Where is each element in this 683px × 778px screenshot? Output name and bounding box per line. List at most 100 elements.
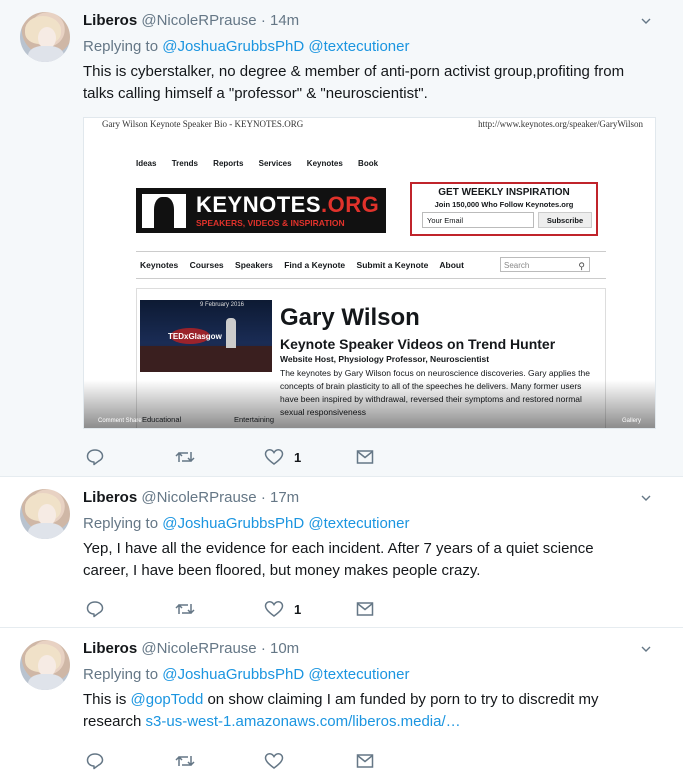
- timestamp[interactable]: 10m: [270, 640, 299, 657]
- search-icon: ⚲: [578, 261, 585, 271]
- chevron-down-icon[interactable]: [641, 493, 651, 503]
- promo-heading: GET WEEKLY INSPIRATION: [438, 187, 570, 198]
- url-link[interactable]: s3-us-west-1.amazonaws.com/liberos.media…: [146, 713, 461, 730]
- nav-item: Reports: [213, 159, 244, 168]
- envelope-icon: [356, 754, 374, 768]
- reply-icon: [86, 601, 104, 618]
- replying-label: Replying to: [83, 38, 159, 55]
- dm-button[interactable]: [356, 751, 374, 771]
- text-segment: This is: [83, 691, 131, 708]
- newsletter-box: GET WEEKLY INSPIRATION Join 150,000 Who …: [410, 182, 598, 236]
- nav-item: Book: [358, 159, 379, 168]
- nav-item: Keynotes: [140, 260, 179, 270]
- retweet-icon: [175, 603, 195, 615]
- display-name[interactable]: Liberos: [83, 640, 137, 657]
- mention-link[interactable]: @textecutioner: [308, 666, 409, 683]
- tweet-actions: 1: [86, 599, 386, 619]
- chevron-down-icon[interactable]: [641, 644, 651, 654]
- separator: ·: [260, 12, 266, 29]
- like-button[interactable]: [264, 751, 294, 771]
- nav-item: Trends: [171, 159, 198, 168]
- mention-link[interactable]: @JoshuaGrubbsPhD: [162, 515, 304, 532]
- nav-item: Find a Keynote: [284, 260, 346, 270]
- nav-item: Speakers: [235, 260, 273, 270]
- timestamp[interactable]: 17m: [270, 489, 299, 506]
- avatar[interactable]: [20, 12, 70, 62]
- replying-label: Replying to: [83, 515, 159, 532]
- retweet-button[interactable]: [174, 599, 196, 619]
- mention-link[interactable]: @textecutioner: [308, 515, 409, 532]
- mention-link[interactable]: @JoshuaGrubbsPhD: [162, 38, 304, 55]
- user-handle[interactable]: @NicoleRPrause: [141, 12, 256, 29]
- logo-org: .ORG: [321, 192, 380, 217]
- tweet-text: This is @gopTodd on show claiming I am f…: [83, 689, 643, 733]
- heart-icon: [264, 753, 284, 769]
- dm-button[interactable]: [356, 447, 374, 467]
- logo-tagline: SPEAKERS, VIDEOS & INSPIRATION: [196, 218, 345, 228]
- display-name[interactable]: Liberos: [83, 489, 137, 506]
- tweet-media[interactable]: Gary Wilson Keynote Speaker Bio - KEYNOT…: [83, 117, 656, 429]
- mention-link[interactable]: @gopTodd: [131, 691, 204, 708]
- video-date: 9 February 2016: [199, 302, 244, 308]
- speaker-role: Website Host, Physiology Professor, Neur…: [280, 354, 490, 364]
- user-handle[interactable]: @NicoleRPrause: [141, 640, 256, 657]
- nav-item: Courses: [189, 260, 224, 270]
- tweet-header: Liberos @NicoleRPrause · 14m: [83, 12, 299, 29]
- video-thumbnail: 9 February 2016 TEDxGlasgow: [140, 300, 272, 372]
- tweet-actions: [86, 751, 386, 771]
- reply-icon: [86, 753, 104, 770]
- replying-label: Replying to: [83, 666, 159, 683]
- speaker-silhouette-icon: [142, 194, 186, 228]
- mention-link[interactable]: @textecutioner: [308, 38, 409, 55]
- retweet-icon: [175, 451, 195, 463]
- pdf-title: Gary Wilson Keynote Speaker Bio - KEYNOT…: [102, 119, 304, 129]
- dm-button[interactable]: [356, 599, 374, 619]
- tag-label: Entertaining: [234, 415, 275, 424]
- retweet-icon: [175, 755, 195, 767]
- retweet-button[interactable]: [174, 751, 196, 771]
- replying-to: Replying to @JoshuaGrubbsPhD @textecutio…: [83, 666, 409, 683]
- nav-item: About: [439, 260, 464, 270]
- tweet-text: Yep, I have all the evidence for each in…: [83, 540, 594, 579]
- mention-link[interactable]: @JoshuaGrubbsPhD: [162, 666, 304, 683]
- tweet-header: Liberos @NicoleRPrause · 17m: [83, 489, 299, 506]
- tweet[interactable]: Liberos @NicoleRPrause · 17m Replying to…: [0, 477, 683, 628]
- subscribe-button: Subscribe: [538, 212, 592, 228]
- media-footer-left: Comment Share: [98, 418, 142, 424]
- tag-label: Educational: [142, 415, 182, 424]
- logo-main: KEYNOTES: [196, 192, 322, 217]
- nav-item: Services: [258, 159, 292, 168]
- reply-button[interactable]: [86, 751, 104, 771]
- nav-item: Ideas: [136, 159, 157, 168]
- heart-icon: [264, 601, 284, 617]
- avatar[interactable]: [20, 640, 70, 690]
- timestamp[interactable]: 14m: [270, 12, 299, 29]
- avatar[interactable]: [20, 489, 70, 539]
- reply-button[interactable]: [86, 447, 104, 467]
- envelope-icon: [356, 450, 374, 464]
- reply-button[interactable]: [86, 599, 104, 619]
- replying-to: Replying to @JoshuaGrubbsPhD @textecutio…: [83, 38, 409, 55]
- like-count: 1: [294, 601, 302, 617]
- user-handle[interactable]: @NicoleRPrause: [141, 489, 256, 506]
- reply-icon: [86, 449, 104, 466]
- tweet[interactable]: Liberos @NicoleRPrause · 14m Replying to…: [0, 0, 683, 477]
- chevron-down-icon[interactable]: [641, 16, 651, 26]
- tweet-actions: 1: [86, 447, 386, 467]
- speaker-name: Gary Wilson: [280, 304, 420, 331]
- site-main-nav: Keynotes Courses Speakers Find a Keynote…: [136, 251, 606, 279]
- video-brand: TEDxGlasgow: [168, 332, 222, 341]
- nav-item: Keynotes: [306, 159, 343, 168]
- separator: ·: [260, 640, 266, 657]
- like-button[interactable]: 1: [264, 447, 301, 467]
- replying-to: Replying to @JoshuaGrubbsPhD @textecutio…: [83, 515, 409, 532]
- tweet[interactable]: Liberos @NicoleRPrause · 10m Replying to…: [0, 628, 683, 778]
- retweet-button[interactable]: [174, 447, 196, 467]
- like-button[interactable]: 1: [264, 599, 301, 619]
- speaker-subtitle: Keynote Speaker Videos on Trend Hunter: [280, 336, 556, 352]
- email-field: Your Email: [422, 212, 534, 228]
- keynotes-logo: KEYNOTES.ORG SPEAKERS, VIDEOS & INSPIRAT…: [136, 188, 386, 233]
- site-top-nav: Ideas Trends Reports Services Keynotes B…: [136, 159, 391, 168]
- display-name[interactable]: Liberos: [83, 12, 137, 29]
- media-footer-right: Gallery: [621, 418, 641, 424]
